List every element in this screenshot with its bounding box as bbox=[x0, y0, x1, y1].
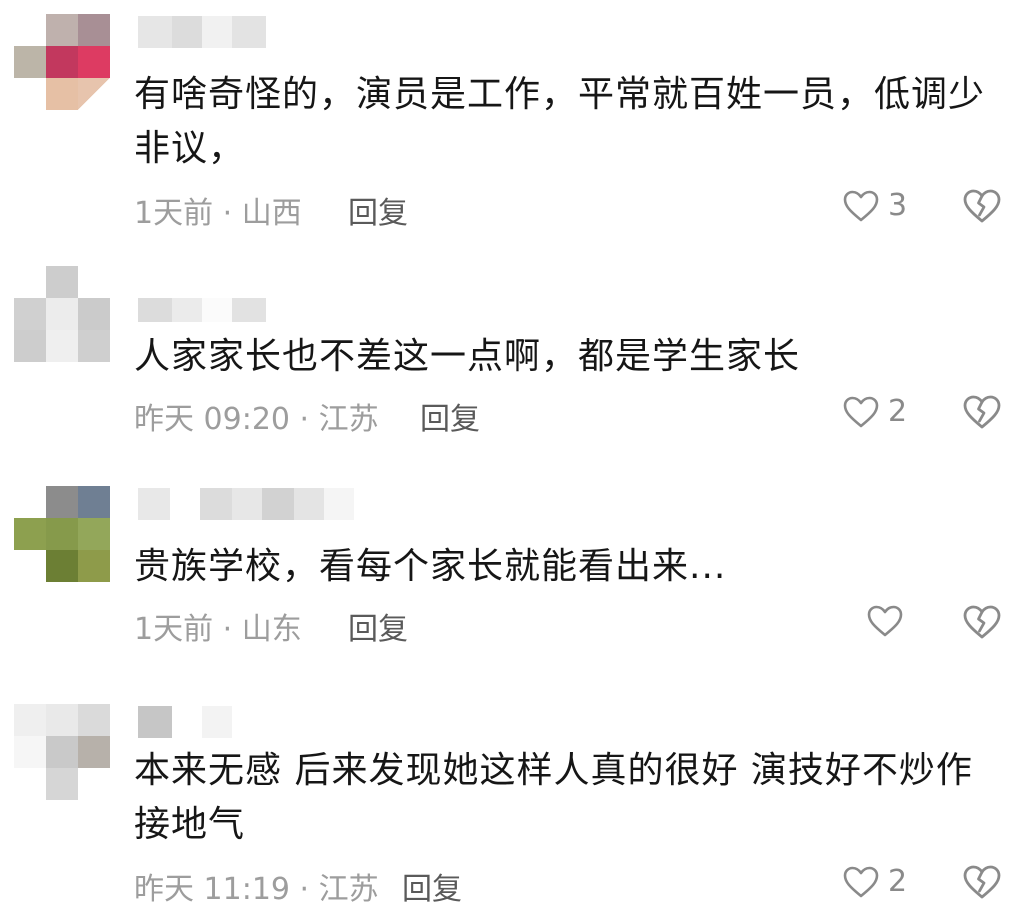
comment-meta: 昨天 11:19 · 江苏 bbox=[134, 864, 379, 908]
comment-text: 本来无感 后来发现她这样人真的很好 演技好不炒作接地气 bbox=[134, 750, 973, 845]
avatar[interactable] bbox=[14, 266, 110, 362]
broken-heart-icon bbox=[962, 864, 1002, 900]
meta-separator: · bbox=[290, 872, 319, 907]
comment-time: 1天前 bbox=[134, 196, 214, 231]
broken-heart-icon bbox=[962, 604, 1002, 640]
avatar[interactable] bbox=[14, 704, 110, 800]
heart-outline-icon bbox=[842, 865, 880, 899]
heart-outline-icon bbox=[842, 395, 880, 429]
meta-separator: · bbox=[213, 612, 242, 647]
dislike-button[interactable] bbox=[962, 394, 1002, 430]
comment-time: 昨天 11:19 bbox=[134, 872, 290, 907]
meta-separator: · bbox=[213, 196, 242, 231]
username[interactable] bbox=[138, 16, 266, 48]
dislike-button[interactable] bbox=[962, 188, 1002, 224]
dislike-button[interactable] bbox=[962, 604, 1002, 640]
username[interactable] bbox=[138, 298, 266, 322]
reply-button[interactable]: 回复 bbox=[348, 604, 408, 648]
broken-heart-icon bbox=[962, 188, 1002, 224]
username[interactable] bbox=[138, 488, 354, 520]
meta-separator: · bbox=[290, 402, 319, 437]
comment-meta: 昨天 09:20 · 江苏 bbox=[134, 394, 379, 438]
comment-text: 人家家长也不差这一点啊，都是学生家长 bbox=[134, 336, 801, 377]
like-count: 3 bbox=[888, 188, 908, 223]
heart-outline-icon bbox=[866, 604, 904, 638]
reply-button[interactable]: 回复 bbox=[420, 394, 480, 438]
reply-button[interactable]: 回复 bbox=[348, 188, 408, 232]
reply-button[interactable]: 回复 bbox=[402, 864, 462, 908]
like-button[interactable]: 2 bbox=[842, 394, 907, 429]
comment-time: 昨天 09:20 bbox=[134, 402, 290, 437]
comment-meta: 1天前 · 山东 bbox=[134, 604, 302, 648]
comment-meta: 1天前 · 山西 bbox=[134, 188, 302, 232]
like-button[interactable] bbox=[866, 604, 912, 638]
avatar[interactable] bbox=[14, 486, 110, 582]
dislike-button[interactable] bbox=[962, 864, 1002, 900]
comment-time: 1天前 bbox=[134, 612, 214, 647]
avatar[interactable] bbox=[14, 14, 110, 110]
comment-text: 有啥奇怪的，演员是工作，平常就百姓一员，低调少非议， bbox=[134, 74, 986, 169]
like-count: 2 bbox=[888, 864, 908, 899]
like-count: 2 bbox=[888, 394, 908, 429]
like-button[interactable]: 3 bbox=[842, 188, 907, 223]
like-button[interactable]: 2 bbox=[842, 864, 907, 899]
comment-location: 山西 bbox=[241, 196, 302, 231]
comment-location: 山东 bbox=[241, 612, 302, 647]
username[interactable] bbox=[138, 706, 232, 738]
heart-outline-icon bbox=[842, 189, 880, 223]
comment-text: 贵族学校，看每个家长就能看出来... bbox=[134, 546, 727, 587]
comment-location: 江苏 bbox=[318, 402, 379, 437]
comment-location: 江苏 bbox=[318, 872, 379, 907]
broken-heart-icon bbox=[962, 394, 1002, 430]
